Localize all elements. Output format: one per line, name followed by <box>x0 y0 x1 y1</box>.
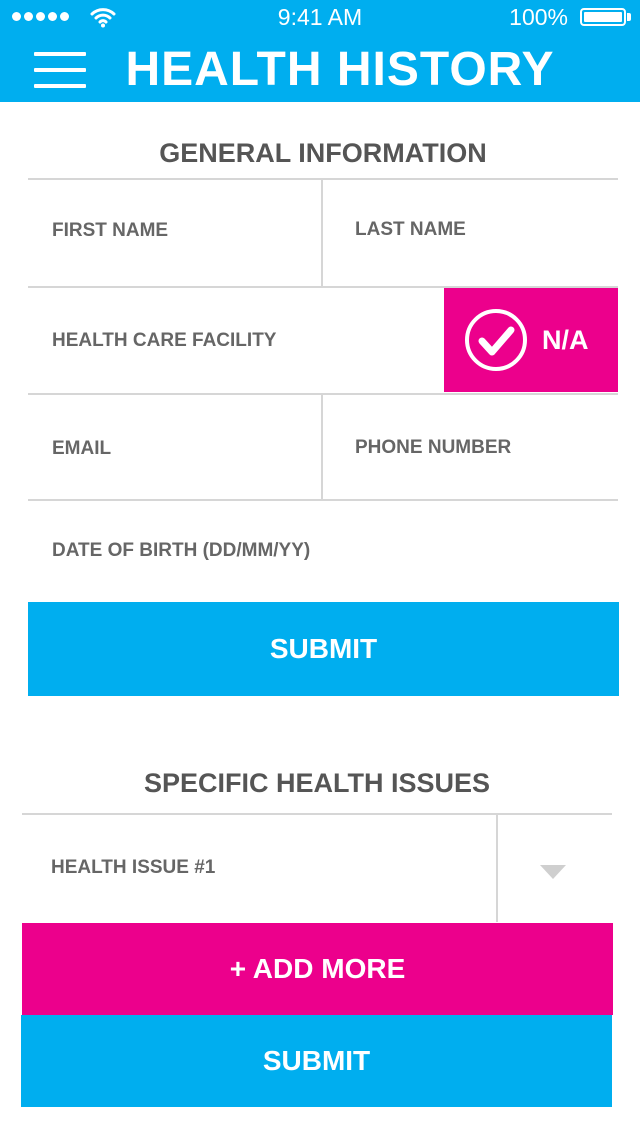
health-care-facility-field[interactable]: HEALTH CARE FACILITY <box>52 330 276 352</box>
battery-percent: 100% <box>509 4 568 30</box>
na-toggle-button[interactable]: N/A <box>444 288 618 392</box>
phone-number-field[interactable]: PHONE NUMBER <box>355 437 511 459</box>
general-section-title: GENERAL INFORMATION <box>159 138 487 168</box>
submit-general-button[interactable]: SUBMIT <box>28 602 619 696</box>
submit-issues-button[interactable]: SUBMIT <box>21 1015 612 1107</box>
divider <box>22 813 612 815</box>
health-issue-select[interactable]: HEALTH ISSUE #1 <box>51 857 215 879</box>
divider <box>321 395 323 499</box>
divider <box>28 393 618 395</box>
issues-section-title: SPECIFIC HEALTH ISSUES <box>143 768 491 798</box>
divider <box>28 178 618 180</box>
date-of-birth-field[interactable]: DATE OF BIRTH (DD/MM/YY) <box>52 540 310 562</box>
divider <box>496 815 498 922</box>
last-name-field[interactable]: LAST NAME <box>355 219 466 241</box>
add-more-button[interactable]: + ADD MORE <box>22 923 613 1015</box>
status-bar: 9:41 AM 100% <box>0 0 640 36</box>
page-title: HEALTH HISTORY <box>125 43 555 96</box>
divider <box>28 499 618 501</box>
battery-icon <box>580 8 626 26</box>
battery-tip <box>627 13 631 21</box>
divider <box>321 180 323 286</box>
header-bar: 9:41 AM 100% HEALTH HISTORY <box>0 0 640 102</box>
triangle-down-icon[interactable] <box>540 865 566 879</box>
checkmark-circle-icon <box>465 309 527 371</box>
first-name-field[interactable]: FIRST NAME <box>52 220 168 242</box>
email-field[interactable]: EMAIL <box>52 438 111 460</box>
na-label: N/A <box>542 324 589 355</box>
